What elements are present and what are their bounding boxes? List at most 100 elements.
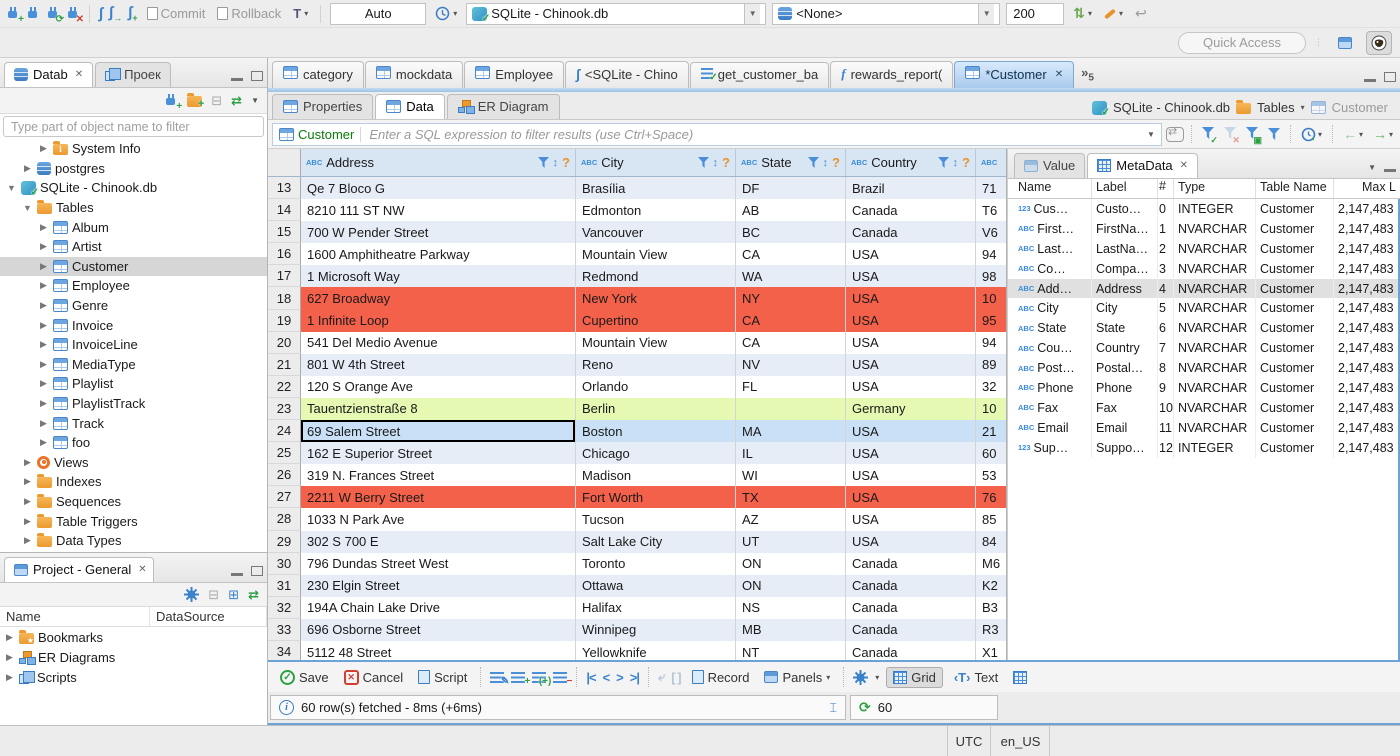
cell-state[interactable]: WI [736, 464, 846, 487]
cell-city[interactable]: Winnipeg [576, 618, 736, 641]
sort-hint-icon[interactable]: ? [722, 155, 730, 170]
cell-city[interactable]: Cupertino [576, 309, 736, 332]
cell-city[interactable]: Mountain View [576, 331, 736, 354]
expander-icon[interactable]: ▶ [38, 398, 49, 409]
cell-type[interactable]: NVARCHAR [1174, 218, 1256, 239]
row-number-cell[interactable]: 14 [268, 199, 301, 222]
column-max-length[interactable]: Max L [1334, 179, 1400, 198]
metadata-row[interactable]: ABC Cou… Country 7 NVARCHAR Customer 2,14… [1008, 338, 1398, 359]
column-table-name[interactable]: Table Name [1256, 179, 1334, 198]
cell-city[interactable]: Toronto [576, 552, 736, 575]
cell-address[interactable]: 5112 48 Street [301, 640, 576, 660]
cell-city[interactable]: Vancouver [576, 221, 736, 244]
cell-city[interactable]: Brasília [576, 177, 736, 200]
column-type[interactable]: Type [1174, 179, 1256, 198]
cell-column-name[interactable]: ABC Co… [1008, 258, 1092, 279]
tab-database-navigator[interactable]: Datab ✕ [4, 62, 94, 87]
close-icon[interactable]: ✕ [75, 69, 83, 80]
cell-column-name[interactable]: ABC Cou… [1008, 338, 1092, 359]
hidden-tabs-indicator[interactable]: »5 [1081, 65, 1094, 84]
column-label[interactable]: Label [1092, 179, 1158, 198]
cell-country[interactable]: USA [846, 508, 976, 531]
row-number-cell[interactable]: 24 [268, 420, 301, 443]
tab-data[interactable]: Data [375, 94, 445, 119]
cell-address[interactable]: 230 Elgin Street [301, 574, 576, 597]
column-name[interactable]: Name [1008, 179, 1092, 198]
editor-tab[interactable]: category [272, 61, 364, 88]
tree-item[interactable]: ▶ Views [0, 453, 267, 473]
cell-max-length[interactable]: 2,147,483 [1334, 199, 1398, 219]
tree-item[interactable]: ▶ MediaType [0, 355, 267, 375]
cell-country[interactable]: USA [846, 243, 976, 266]
metadata-row[interactable]: ABC Post… Postal… 8 NVARCHAR Customer 2,1… [1008, 358, 1398, 379]
cell-number[interactable]: 9 [1158, 378, 1174, 398]
close-icon[interactable]: ✕ [1180, 160, 1188, 171]
row-number-cell[interactable]: 28 [268, 508, 301, 531]
cell-number[interactable]: 5 [1158, 298, 1174, 319]
cell-type[interactable]: NVARCHAR [1174, 338, 1256, 359]
cell-number[interactable]: 11 [1158, 417, 1174, 438]
cell-country[interactable]: USA [846, 530, 976, 553]
sort-icon[interactable]: ↕ [953, 157, 959, 169]
cell-city[interactable]: Reno [576, 353, 736, 376]
cell-type[interactable]: NVARCHAR [1174, 318, 1256, 339]
new-folder-icon[interactable] [187, 93, 204, 110]
tree-item[interactable]: ▶ Employee [0, 276, 267, 296]
cell-address[interactable]: 162 E Superior Street [301, 442, 576, 465]
cancel-button[interactable]: ✕ Cancel [340, 668, 407, 687]
tab-value[interactable]: Value [1014, 153, 1086, 178]
tab-er-diagram[interactable]: ER Diagram [446, 94, 560, 119]
cell-number[interactable]: 7 [1158, 338, 1174, 359]
cell-country[interactable]: USA [846, 287, 976, 310]
dbeaver-perspective-button[interactable] [1366, 30, 1392, 55]
minimize-icon[interactable] [231, 77, 243, 81]
cell-type[interactable]: NVARCHAR [1174, 358, 1256, 379]
cell-address[interactable]: 801 W 4th Street [301, 353, 576, 376]
tree-item[interactable]: ▶ Indexes [0, 472, 267, 492]
text-view-toggle[interactable]: ‹T› Text [950, 668, 1002, 687]
cell-city[interactable]: Chicago [576, 442, 736, 465]
filter-funnel-icon[interactable] [697, 157, 709, 168]
settings-gear-icon[interactable] [853, 669, 869, 685]
filter-funnel-icon[interactable] [807, 157, 819, 168]
cell-address[interactable]: 194A Chain Lake Drive [301, 596, 576, 619]
cell-type[interactable]: NVARCHAR [1174, 417, 1256, 438]
cell-address[interactable]: 541 Del Medio Avenue [301, 331, 576, 354]
cell-label[interactable]: Phone [1092, 378, 1158, 398]
cell-column-name[interactable]: ABC Fax [1008, 397, 1092, 418]
cell-postalcode[interactable]: 71 [976, 177, 1006, 200]
cell-label[interactable]: Suppo… [1092, 437, 1158, 458]
editor-tab[interactable]: f rewards_report( [830, 61, 954, 88]
connection-select-arrow[interactable]: ▼ [744, 3, 761, 24]
cell-state[interactable]: DF [736, 177, 846, 200]
txn-mode-select[interactable]: Auto [330, 2, 427, 25]
cell-city[interactable]: Orlando [576, 375, 736, 398]
cell-postalcode[interactable]: R3 [976, 618, 1006, 641]
cell-state[interactable]: FL [736, 375, 846, 398]
cell-max-length[interactable]: 2,147,483 [1334, 239, 1398, 259]
tab-project-general[interactable]: Project - General ✕ [4, 557, 154, 582]
cell-number[interactable]: 3 [1158, 258, 1174, 279]
cell-table-name[interactable]: Customer [1256, 338, 1334, 359]
cell-postalcode[interactable]: M6 [976, 553, 1006, 575]
sort-hint-icon[interactable]: ? [832, 155, 840, 170]
sort-hint-icon[interactable]: ? [962, 155, 970, 170]
column-header[interactable]: ABC City ↕? [576, 149, 736, 176]
tree-item[interactable]: ▶ Track [0, 413, 267, 433]
cell-table-name[interactable]: Customer [1256, 417, 1334, 438]
cell-label[interactable]: Fax [1092, 397, 1158, 418]
tab-projects[interactable]: Проек [95, 62, 171, 87]
new-connection-icon[interactable]: + [164, 93, 182, 112]
cell-table-name[interactable]: Customer [1256, 218, 1334, 239]
cell-country[interactable]: USA [846, 353, 976, 376]
cell-postalcode[interactable]: K2 [976, 574, 1006, 597]
cell-state[interactable]: TX [736, 486, 846, 509]
cell-country[interactable]: USA [846, 420, 976, 443]
pin-icon[interactable]: ⌶ [829, 700, 837, 716]
cell-country[interactable]: USA [846, 331, 976, 354]
expander-icon[interactable]: ▶ [22, 516, 33, 527]
expander-icon[interactable]: ▶ [4, 672, 15, 683]
custom-filter-icon[interactable] [1265, 127, 1283, 141]
cell-table-name[interactable]: Customer [1256, 378, 1334, 398]
cell-column-name[interactable]: ABC Phone [1008, 378, 1092, 398]
